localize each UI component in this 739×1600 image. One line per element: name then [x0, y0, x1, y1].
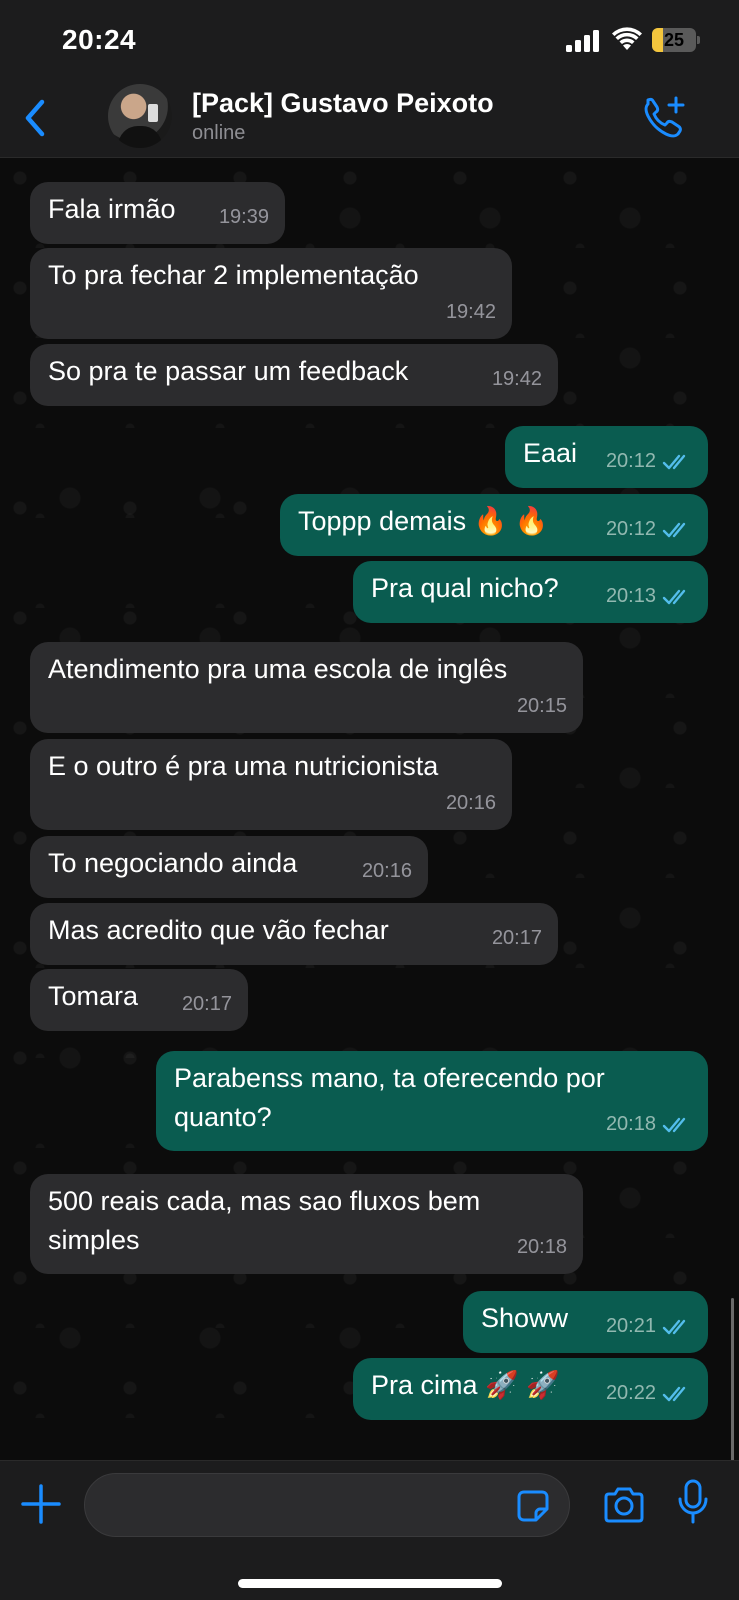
read-receipt-icon: [662, 522, 686, 537]
message-time: 20:21: [605, 1315, 656, 1337]
read-receipt-icon: [662, 1319, 686, 1334]
incoming-message[interactable]: To pra fechar 2 implementação 19:42: [30, 248, 512, 339]
battery-level: 25: [663, 30, 685, 50]
message-time: 20:12: [605, 518, 656, 540]
message-time: 20:17: [491, 927, 542, 949]
sticker-icon[interactable]: [516, 1489, 550, 1523]
message-text: Showw: [481, 1303, 569, 1333]
message-text: So pra te passar um feedback: [48, 356, 409, 386]
message-meta: 20:17: [182, 985, 232, 1024]
message-text: Pra cima 🚀 🚀: [371, 1370, 560, 1400]
message-time: 20:15: [516, 695, 567, 717]
message-meta: 20:18: [606, 1105, 692, 1144]
message-text: Mas acredito que vão fechar: [48, 915, 389, 945]
message-time: 19:42: [491, 368, 542, 390]
outgoing-message[interactable]: Pra cima 🚀 🚀 20:22: [353, 1358, 708, 1420]
message-meta: 20:12: [606, 442, 692, 481]
message-meta: 20:16: [446, 784, 496, 823]
incoming-message[interactable]: E o outro é pra uma nutricionista 20:16: [30, 739, 512, 830]
message-time: 20:17: [181, 993, 232, 1015]
status-time: 20:24: [62, 24, 137, 55]
read-receipt-icon: [662, 589, 686, 604]
battery-icon: 25: [652, 28, 700, 52]
message-time: 20:22: [605, 1382, 656, 1404]
message-time: 19:39: [218, 206, 269, 228]
incoming-message[interactable]: To negociando ainda 20:16: [30, 836, 428, 898]
read-receipt-icon: [662, 454, 686, 469]
message-time: 20:13: [605, 585, 656, 607]
message-text: E o outro é pra uma nutricionista: [48, 751, 439, 781]
message-meta: 20:12: [606, 510, 692, 549]
incoming-message[interactable]: Tomara 20:17: [30, 969, 248, 1031]
message-text: Parabenss mano, ta oferecendo por quanto…: [174, 1063, 605, 1132]
message-meta: 19:42: [446, 293, 496, 332]
status-bar: 20:24 25: [0, 0, 739, 80]
message-text: Toppp demais 🔥 🔥: [298, 506, 549, 536]
contact-name[interactable]: [Pack] Gustavo Peixoto: [192, 88, 494, 119]
message-input[interactable]: [84, 1473, 570, 1537]
add-call-icon[interactable]: [640, 94, 688, 140]
avatar[interactable]: [108, 84, 172, 148]
message-meta: 20:18: [517, 1228, 567, 1267]
read-receipt-icon: [662, 1386, 686, 1401]
outgoing-message[interactable]: Pra qual nicho? 20:13: [353, 561, 708, 623]
wifi-icon: [612, 27, 642, 50]
message-meta: 19:39: [219, 198, 269, 237]
read-receipt-icon: [662, 1117, 686, 1132]
message-meta: 20:16: [362, 852, 412, 891]
message-text: 500 reais cada, mas sao fluxos bem simpl…: [48, 1186, 481, 1255]
chat-header: [Pack] Gustavo Peixoto online: [0, 80, 739, 158]
message-time: 20:12: [605, 450, 656, 472]
message-text: Tomara: [48, 981, 139, 1011]
incoming-message[interactable]: Fala irmão 19:39: [30, 182, 285, 244]
microphone-icon[interactable]: [676, 1479, 710, 1525]
camera-icon[interactable]: [602, 1485, 646, 1525]
message-text: Fala irmão: [48, 194, 176, 224]
message-text: To pra fechar 2 implementação: [48, 260, 419, 290]
message-time: 20:18: [605, 1113, 656, 1135]
chat-area[interactable]: Fala irmão 19:39 To pra fechar 2 implement…: [0, 158, 739, 1600]
signal-icon: [566, 30, 599, 52]
home-indicator[interactable]: [238, 1579, 502, 1588]
outgoing-message[interactable]: Toppp demais 🔥 🔥 20:12: [280, 494, 708, 556]
incoming-message[interactable]: Atendimento pra uma escola de inglês 20:1…: [30, 642, 583, 733]
message-time: 20:18: [516, 1236, 567, 1258]
message-text: Pra qual nicho?: [371, 573, 559, 603]
message-text: Eaai: [523, 438, 578, 468]
message-time: 20:16: [445, 792, 496, 814]
message-time: 19:42: [445, 301, 496, 323]
message-text: Atendimento pra uma escola de inglês: [48, 654, 508, 684]
outgoing-message[interactable]: Showw 20:21: [463, 1291, 708, 1353]
contact-status: online: [192, 122, 246, 144]
message-meta: 20:13: [606, 577, 692, 616]
plus-icon[interactable]: [20, 1483, 62, 1525]
message-meta: 20:17: [492, 919, 542, 958]
incoming-message[interactable]: Mas acredito que vão fechar 20:17: [30, 903, 558, 965]
message-meta: 20:22: [606, 1374, 692, 1413]
message-time: 20:16: [361, 860, 412, 882]
outgoing-message[interactable]: Parabenss mano, ta oferecendo por quanto…: [156, 1051, 708, 1151]
incoming-message[interactable]: 500 reais cada, mas sao fluxos bem simpl…: [30, 1174, 583, 1274]
message-meta: 20:15: [517, 687, 567, 726]
incoming-message[interactable]: So pra te passar um feedback 19:42: [30, 344, 558, 406]
input-bar: [0, 1460, 739, 1600]
message-meta: 19:42: [492, 360, 542, 399]
back-chevron-icon[interactable]: [18, 96, 54, 140]
message-meta: 20:21: [606, 1307, 692, 1346]
outgoing-message[interactable]: Eaai 20:12: [505, 426, 708, 488]
message-text: To negociando ainda: [48, 848, 298, 878]
